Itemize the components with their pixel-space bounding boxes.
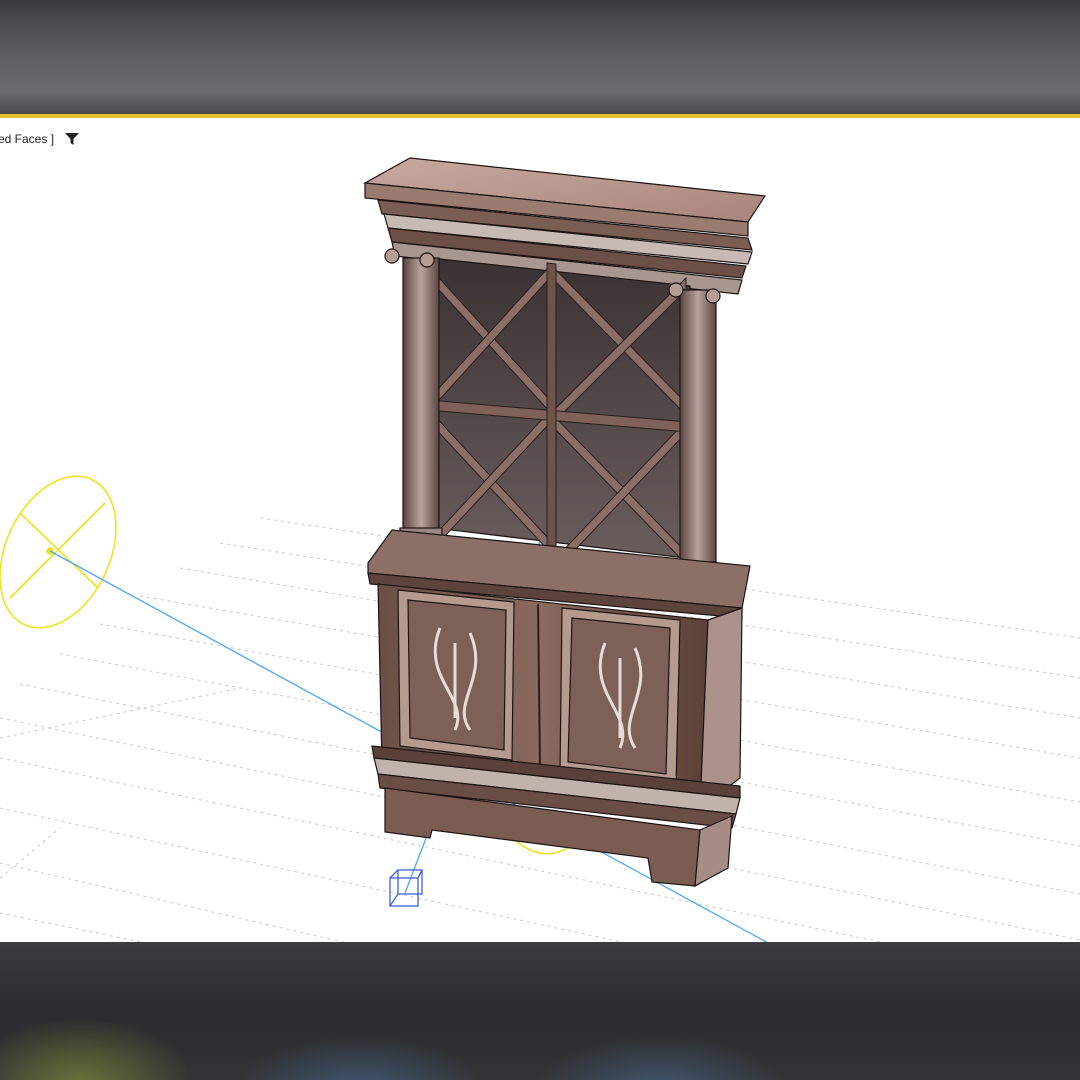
filter-icon[interactable]	[64, 132, 80, 146]
viewport-label-text[interactable]: ed Faces ]	[0, 132, 54, 146]
wine-cabinet-model	[363, 157, 767, 888]
perspective-viewport[interactable]: ed Faces ]	[0, 114, 1080, 942]
bottom-band	[0, 942, 1080, 1080]
top-toolbar-band	[0, 0, 1080, 114]
viewport-shading-label[interactable]: ed Faces ]	[0, 132, 80, 146]
camera-gizmo	[389, 869, 423, 907]
viewport-scene	[0, 157, 1080, 942]
